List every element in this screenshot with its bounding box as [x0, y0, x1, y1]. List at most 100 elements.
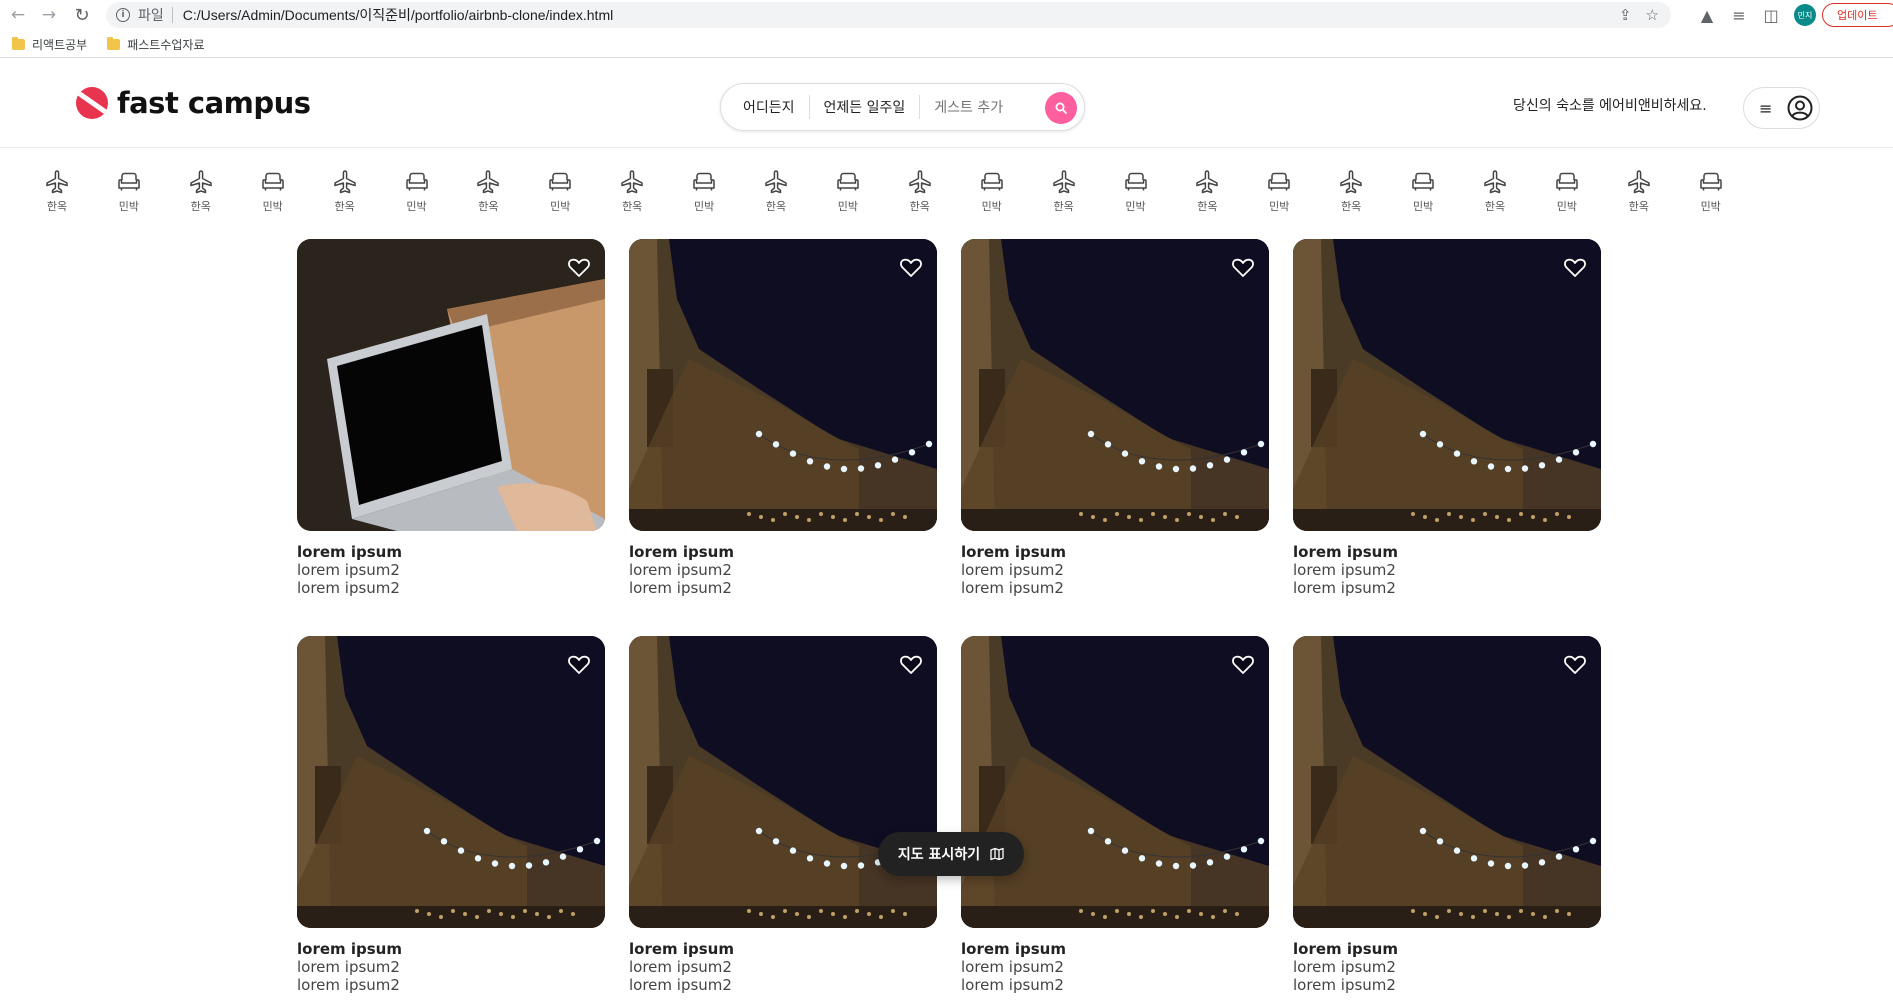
category-item[interactable]: 민박	[1537, 168, 1597, 214]
listing-photo[interactable]	[629, 636, 937, 928]
heart-icon[interactable]	[899, 255, 923, 279]
browser-toolbar: ← → ↻ i 파일 C:/Users/Admin/Documents/이직준비…	[0, 0, 1893, 30]
airplane-icon	[46, 170, 68, 194]
search-bar[interactable]: 어디든지 언제든 일주일 게스트 추가	[720, 83, 1085, 131]
category-item[interactable]: 민박	[1393, 168, 1453, 214]
search-divider	[808, 95, 810, 119]
listing-photo[interactable]	[1293, 636, 1601, 928]
category-item[interactable]: 민박	[818, 168, 878, 214]
airplane-icon	[1484, 170, 1506, 194]
info-icon[interactable]: i	[116, 8, 130, 22]
heart-icon[interactable]	[567, 652, 591, 676]
category-item[interactable]: 민박	[530, 168, 590, 214]
category-item[interactable]: 민박	[1249, 168, 1309, 214]
category-item[interactable]: 한옥	[890, 168, 950, 214]
back-arrow-icon[interactable]: ←	[7, 4, 29, 26]
profile-avatar[interactable]: 민지	[1794, 4, 1816, 26]
category-item[interactable]: 한옥	[315, 168, 375, 214]
listing-card[interactable]: lorem ipsum lorem ipsum2 lorem ipsum2	[961, 239, 1269, 597]
category-item[interactable]: 한옥	[1321, 168, 1381, 214]
extensions-icon[interactable]: ▲	[1696, 4, 1718, 26]
heart-icon[interactable]	[1231, 255, 1255, 279]
heart-icon[interactable]	[567, 255, 591, 279]
logo[interactable]: fast campus	[76, 86, 311, 120]
category-item[interactable]: 한옥	[458, 168, 518, 214]
forward-arrow-icon[interactable]: →	[38, 4, 60, 26]
address-bar[interactable]: i 파일 C:/Users/Admin/Documents/이직준비/portf…	[106, 2, 1671, 28]
heart-icon[interactable]	[1231, 652, 1255, 676]
reload-icon[interactable]: ↻	[71, 4, 93, 26]
category-item[interactable]: 민박	[674, 168, 734, 214]
show-map-label: 지도 표시하기	[897, 847, 981, 863]
sofa-icon	[1268, 172, 1291, 191]
site-header: fast campus 어디든지 언제든 일주일 게스트 추가 당신의 숙소를 …	[0, 64, 1893, 148]
airplane-icon	[1196, 170, 1219, 194]
listing-photo[interactable]	[961, 636, 1269, 928]
show-map-button[interactable]: 지도 표시하기	[878, 832, 1024, 876]
listing-photo[interactable]	[297, 636, 605, 928]
listing-card[interactable]: lorem ipsum lorem ipsum2 lorem ipsum2	[297, 239, 605, 597]
search-button[interactable]	[1045, 92, 1077, 124]
listing-title: lorem ipsum	[629, 543, 734, 561]
category-item[interactable]: 한옥	[171, 168, 231, 214]
listing-detail: lorem ipsum2	[297, 579, 400, 597]
listing-subtitle: lorem ipsum2	[297, 958, 400, 976]
category-item[interactable]: 한옥	[602, 168, 662, 214]
listing-card[interactable]: lorem ipsum lorem ipsum2 lorem ipsum2	[629, 239, 937, 597]
search-when[interactable]: 언제든 일주일	[824, 97, 906, 117]
share-icon[interactable]: ⇪	[1619, 6, 1632, 24]
bookmark-folder[interactable]: 리액트공부	[12, 36, 87, 53]
host-link[interactable]: 당신의 숙소를 에어비앤비하세요.	[1513, 95, 1707, 115]
category-item[interactable]: 민박	[99, 168, 159, 214]
star-icon[interactable]: ☆	[1646, 6, 1659, 24]
listing-photo[interactable]	[629, 239, 937, 531]
heart-icon[interactable]	[899, 652, 923, 676]
category-item[interactable]: 민박	[243, 168, 303, 214]
category-item[interactable]: 민박	[1106, 168, 1166, 214]
category-item[interactable]: 한옥	[1465, 168, 1525, 214]
listing-photo-art	[1293, 239, 1601, 531]
category-item[interactable]: 민박	[1681, 168, 1741, 214]
listing-card[interactable]: lorem ipsum lorem ipsum2 lorem ipsum2	[629, 636, 937, 994]
heart-icon[interactable]	[1563, 652, 1587, 676]
listing-card[interactable]: lorem ipsum lorem ipsum2 lorem ipsum2	[297, 636, 605, 994]
user-menu-button[interactable]: ≡	[1743, 87, 1820, 129]
search-where[interactable]: 어디든지	[743, 97, 795, 117]
reading-list-icon[interactable]: ≡	[1728, 4, 1750, 26]
category-label: 민박	[1556, 200, 1578, 213]
bookmark-folder[interactable]: 패스트수업자료	[107, 36, 204, 53]
airplane-icon	[1052, 170, 1075, 194]
listing-title: lorem ipsum	[629, 940, 734, 958]
category-item[interactable]: 한옥	[746, 168, 806, 214]
sofa-icon	[980, 172, 1003, 191]
bookmark-label: 리액트공부	[32, 38, 88, 52]
category-item[interactable]: 한옥	[27, 168, 87, 214]
listing-card[interactable]: lorem ipsum lorem ipsum2 lorem ipsum2	[961, 636, 1269, 994]
category-label: 민박	[550, 200, 571, 213]
category-item[interactable]: 한옥	[1177, 168, 1237, 214]
listing-photo-art	[297, 239, 605, 531]
address-url[interactable]: C:/Users/Admin/Documents/이직준비/portfolio/…	[183, 5, 613, 25]
heart-icon[interactable]	[1563, 255, 1587, 279]
category-item[interactable]: 민박	[962, 168, 1022, 214]
listing-detail: lorem ipsum2	[629, 579, 732, 597]
category-item[interactable]: 한옥	[1609, 168, 1669, 214]
category-item[interactable]: 민박	[387, 168, 447, 214]
search-guests[interactable]: 게스트 추가	[934, 97, 1003, 117]
airplane-icon	[1628, 170, 1650, 194]
category-item[interactable]: 한옥	[1034, 168, 1094, 214]
category-label: 민박	[1412, 200, 1434, 213]
listing-photo[interactable]	[1293, 239, 1601, 531]
listing-subtitle: lorem ipsum2	[297, 561, 400, 579]
sofa-icon	[837, 172, 859, 191]
listing-subtitle: lorem ipsum2	[629, 561, 732, 579]
sofa-icon	[1124, 172, 1147, 191]
listing-photo[interactable]	[961, 239, 1269, 531]
listing-photo[interactable]	[297, 239, 605, 531]
sofa-icon	[261, 172, 284, 191]
listing-card[interactable]: lorem ipsum lorem ipsum2 lorem ipsum2	[1293, 636, 1601, 994]
update-button[interactable]: 업데이트	[1822, 3, 1893, 27]
listing-card[interactable]: lorem ipsum lorem ipsum2 lorem ipsum2	[1293, 239, 1601, 597]
listing-title: lorem ipsum	[297, 940, 402, 958]
side-panel-icon[interactable]: ◫	[1760, 4, 1782, 26]
